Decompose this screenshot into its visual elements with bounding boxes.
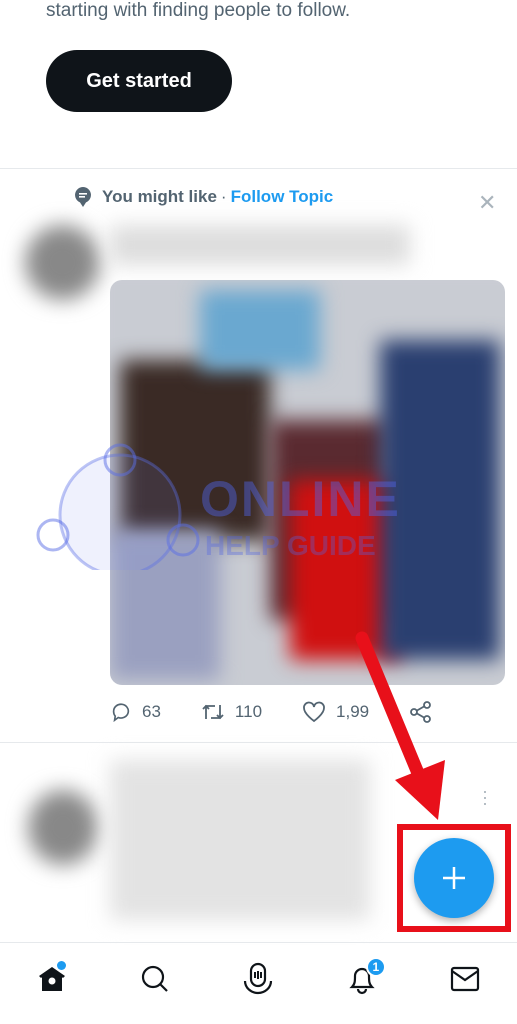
context-label: You might like bbox=[102, 187, 217, 206]
tweet-text-blurred bbox=[110, 225, 410, 265]
avatar bbox=[28, 790, 98, 865]
mail-icon bbox=[451, 966, 480, 991]
watermark-subtitle: HELP GUIDE bbox=[205, 530, 376, 561]
close-icon[interactable]: ✕ bbox=[478, 190, 496, 216]
spaces-icon bbox=[244, 962, 273, 994]
watermark: ONLINE bbox=[200, 471, 401, 527]
reply-count: 63 bbox=[142, 702, 161, 721]
bottom-nav: 1 bbox=[0, 942, 517, 1024]
heart-icon bbox=[303, 701, 325, 723]
watermark-logo-icon bbox=[36, 443, 200, 570]
nav-home[interactable] bbox=[32, 959, 72, 999]
avatar bbox=[25, 225, 100, 300]
more-icon[interactable]: · · · bbox=[482, 782, 488, 812]
intro-text: starting with finding people to follow. bbox=[46, 0, 351, 21]
tweet-context: You might like · Follow Topic bbox=[74, 186, 333, 208]
topic-icon bbox=[75, 187, 91, 207]
new-content-dot bbox=[56, 960, 66, 970]
tweet-text-blurred bbox=[110, 760, 370, 920]
nav-messages[interactable] bbox=[445, 959, 485, 999]
retweet-count: 110 bbox=[234, 702, 263, 721]
retweet-icon bbox=[202, 704, 224, 720]
annotation-highlight-box bbox=[397, 824, 511, 932]
nav-notifications[interactable]: 1 bbox=[342, 956, 386, 999]
follow-topic-link[interactable]: Follow Topic bbox=[231, 187, 334, 207]
notification-badge: 1 bbox=[365, 956, 386, 977]
reply-button[interactable]: 63 bbox=[110, 701, 161, 723]
get-started-button[interactable]: Get started bbox=[46, 50, 232, 112]
divider bbox=[0, 168, 517, 169]
retweet-button[interactable]: 110 bbox=[201, 701, 262, 723]
separator: · bbox=[220, 187, 227, 206]
nav-spaces[interactable] bbox=[238, 959, 278, 999]
annotation-arrow bbox=[355, 631, 445, 820]
reply-icon bbox=[112, 703, 130, 723]
nav-search[interactable] bbox=[135, 959, 175, 999]
search-icon bbox=[141, 965, 168, 992]
